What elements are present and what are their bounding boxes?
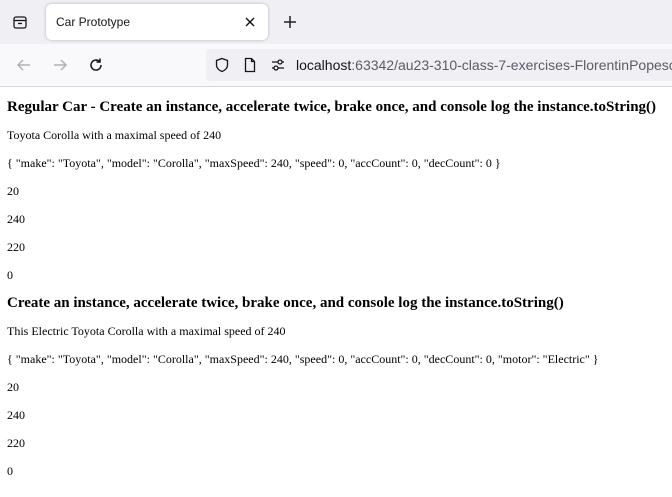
tab-list-button[interactable] <box>4 6 36 38</box>
tab-close-button[interactable] <box>240 12 260 32</box>
tab-bar: Car Prototype <box>0 0 672 44</box>
page-icon[interactable] <box>242 57 258 73</box>
reload-icon <box>90 58 102 71</box>
permissions-icon[interactable] <box>270 57 286 73</box>
section-heading-electric-car: Create an instance, accelerate twice, br… <box>7 295 564 311</box>
navigation-toolbar: localhost:63342/au23-310-class-7-exercis… <box>0 44 672 87</box>
url-host: localhost <box>296 57 352 73</box>
output-line: 220 <box>7 240 25 254</box>
tab-title: Car Prototype <box>56 15 131 29</box>
output-line: This Electric Toyota Corolla with a maxi… <box>7 324 286 338</box>
new-tab-button[interactable] <box>276 8 304 36</box>
reload-button[interactable] <box>81 50 111 80</box>
back-arrow-icon <box>16 59 30 71</box>
back-button[interactable] <box>9 50 39 80</box>
output-line: 0 <box>7 268 13 282</box>
address-bar[interactable]: localhost:63342/au23-310-class-7-exercis… <box>206 49 672 81</box>
output-line: 0 <box>7 464 13 478</box>
output-line: 20 <box>7 184 19 198</box>
plus-icon <box>284 16 296 28</box>
active-tab[interactable]: Car Prototype <box>46 4 268 40</box>
shield-icon[interactable] <box>214 57 230 73</box>
page-content: Regular Car - Create an instance, accele… <box>7 86 672 485</box>
forward-button[interactable] <box>45 50 75 80</box>
url-text[interactable]: localhost:63342/au23-310-class-7-exercis… <box>296 57 672 73</box>
output-line: 20 <box>7 380 19 394</box>
tab-list-icon <box>13 16 27 29</box>
output-line: 220 <box>7 436 25 450</box>
output-line: { "make": "Toyota", "model": "Corolla", … <box>7 156 501 170</box>
forward-arrow-icon <box>54 59 68 71</box>
output-line: { "make": "Toyota", "model": "Corolla", … <box>7 352 599 366</box>
close-icon <box>245 17 255 27</box>
section-heading-regular-car: Regular Car - Create an instance, accele… <box>7 99 657 115</box>
url-path: :63342/au23-310-class-7-exercises-Floren… <box>351 57 672 73</box>
output-line: 240 <box>7 408 25 422</box>
output-line: Toyota Corolla with a maximal speed of 2… <box>7 128 222 142</box>
output-line: 240 <box>7 212 25 226</box>
